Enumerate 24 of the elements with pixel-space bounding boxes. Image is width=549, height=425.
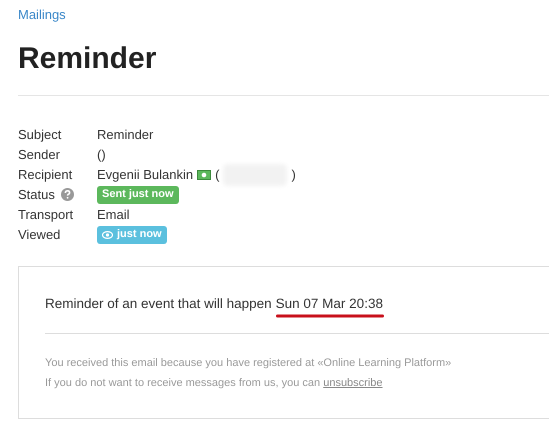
field-value: () bbox=[97, 146, 106, 164]
status-badge: Sent just now bbox=[97, 186, 178, 204]
event-date: Sun 07 Mar 20:38 bbox=[276, 296, 383, 310]
field-label: Sender bbox=[18, 146, 60, 164]
field-value: Reminder bbox=[97, 126, 154, 144]
field-label: Subject bbox=[18, 126, 62, 144]
field-value: Evgenii Bulankin bbox=[97, 166, 194, 184]
status-badge: just now bbox=[97, 226, 167, 244]
eye-icon bbox=[102, 230, 113, 238]
field-label: Transport bbox=[18, 206, 74, 224]
unsubscribe-link[interactable]: unsubscribe bbox=[323, 376, 383, 389]
parenthesis: ) bbox=[291, 166, 296, 184]
unsubscribe-text: If you do not want to receive messages from us, you can unsubscribe bbox=[45, 376, 384, 391]
field-label: Recipient bbox=[18, 166, 72, 184]
parenthesis: ( bbox=[215, 166, 220, 184]
field-label: Status bbox=[18, 186, 55, 204]
footer-text: You received this email because you have registered at «Online Learning Platform» bbox=[45, 356, 452, 371]
field-label: Viewed bbox=[18, 226, 60, 244]
breadcrumb-link[interactable]: Mailings bbox=[18, 0, 549, 24]
message-text: Reminder of an event that will happen bbox=[45, 294, 272, 313]
field-value: Email bbox=[97, 206, 130, 224]
help-icon bbox=[60, 188, 74, 201]
page-title: Reminder bbox=[18, 40, 158, 76]
banknote-icon bbox=[197, 170, 212, 180]
